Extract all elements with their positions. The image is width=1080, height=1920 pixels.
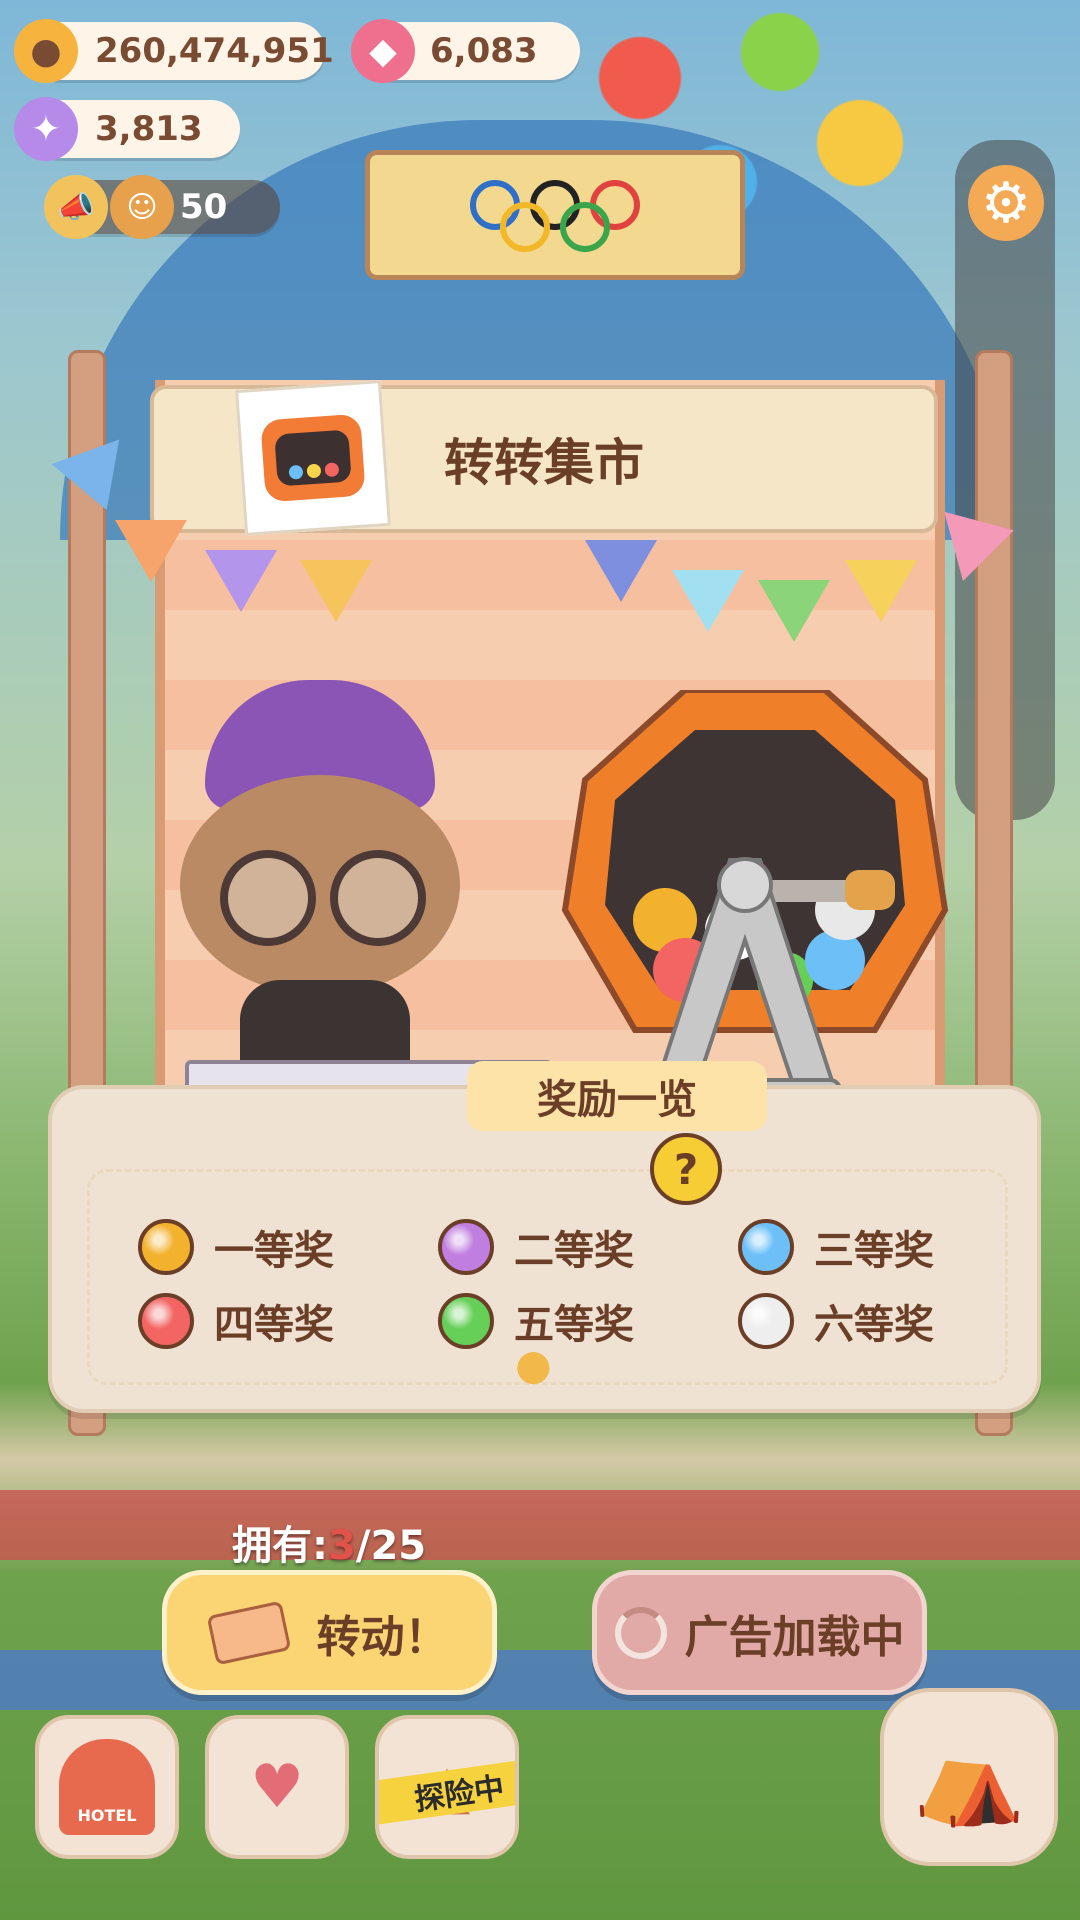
owned-prefix: 拥有:	[232, 1523, 328, 1569]
energy-counter[interactable]: 📣 ☺ 50	[44, 175, 280, 239]
ball-blue-icon	[738, 1219, 794, 1275]
circus-tent-icon: ⛺	[912, 1724, 1026, 1830]
ball-purple-icon	[438, 1219, 494, 1275]
spin-button[interactable]: 转动！	[162, 1570, 497, 1695]
ticket-icon	[206, 1600, 291, 1665]
shopkeeper-character	[160, 680, 480, 1070]
bunting-flag	[115, 520, 187, 582]
calendar-heart-icon: ♥	[250, 1752, 304, 1822]
bunting-flag	[585, 540, 657, 602]
gem-counter[interactable]: ◆ 6,083	[351, 19, 580, 83]
gear-icon[interactable]: ⚙	[968, 165, 1044, 241]
ball-white-icon	[738, 1293, 794, 1349]
circus-button[interactable]: ⛺	[880, 1688, 1058, 1866]
spin-button-label: 转动！	[316, 1611, 449, 1663]
prize-label: 六等奖	[814, 1302, 934, 1348]
energy-amount: 50	[180, 187, 228, 227]
candy-counter[interactable]: ✦ 3,813	[14, 97, 240, 161]
ball-green-icon	[438, 1293, 494, 1349]
prize-label: 一等奖	[214, 1228, 334, 1274]
hotel-button[interactable]: HOTEL	[35, 1715, 179, 1859]
bunting-flag	[672, 570, 744, 632]
cookie-icon: ●	[14, 19, 78, 83]
hotel-icon: HOTEL	[59, 1739, 155, 1835]
bunting-flag	[758, 580, 830, 642]
ball-red-icon	[138, 1293, 194, 1349]
candy-amount: 3,813	[95, 109, 203, 149]
bunting-flag	[300, 560, 372, 622]
bunting-flag	[205, 550, 277, 612]
prize-label: 四等奖	[214, 1302, 334, 1348]
prize-list-title-text: 奖励一览	[537, 1077, 697, 1123]
prize-item-4: 四等奖	[138, 1292, 334, 1350]
lottery-drum[interactable]	[555, 687, 955, 1110]
explore-button[interactable]: ▲ 探险中	[375, 1715, 519, 1859]
prize-item-1: 一等奖	[138, 1218, 334, 1276]
calendar-button[interactable]: ♥	[205, 1715, 349, 1859]
prize-label: 二等奖	[514, 1228, 634, 1274]
hotel-label: HOTEL	[77, 1806, 137, 1825]
owned-total: /25	[355, 1523, 427, 1569]
ad-button-label: 广告加载中	[684, 1611, 905, 1663]
megaphone-icon: 📣	[44, 175, 108, 239]
bunting-flag	[845, 560, 917, 622]
olympic-sign	[365, 150, 745, 280]
prize-item-6: 六等奖	[738, 1292, 934, 1350]
help-icon[interactable]: ?	[650, 1133, 722, 1205]
ad-button[interactable]: 广告加载中	[592, 1570, 927, 1695]
prize-label: 三等奖	[814, 1228, 934, 1274]
prize-item-3: 三等奖	[738, 1218, 934, 1276]
tv-icon	[235, 380, 391, 536]
gem-amount: 6,083	[430, 31, 538, 71]
prize-list-title: 奖励一览	[467, 1061, 767, 1131]
owned-count: 拥有:3/25	[232, 1513, 426, 1571]
paw-icon: ●	[515, 1340, 552, 1389]
cookie-amount: 260,474,951	[95, 31, 334, 71]
loading-spinner-icon	[614, 1606, 667, 1659]
prize-item-2: 二等奖	[438, 1218, 634, 1276]
cookie-counter[interactable]: ● 260,474,951	[14, 19, 334, 83]
olympic-rings-icon	[470, 180, 640, 252]
character-icon: ☺	[110, 175, 174, 239]
ball-yellow-icon	[138, 1219, 194, 1275]
gem-icon: ◆	[351, 19, 415, 83]
owned-current: 3	[328, 1523, 356, 1569]
track-lane	[0, 1490, 1080, 1560]
booth-title: 转转集市	[444, 434, 644, 492]
candy-icon: ✦	[14, 97, 78, 161]
